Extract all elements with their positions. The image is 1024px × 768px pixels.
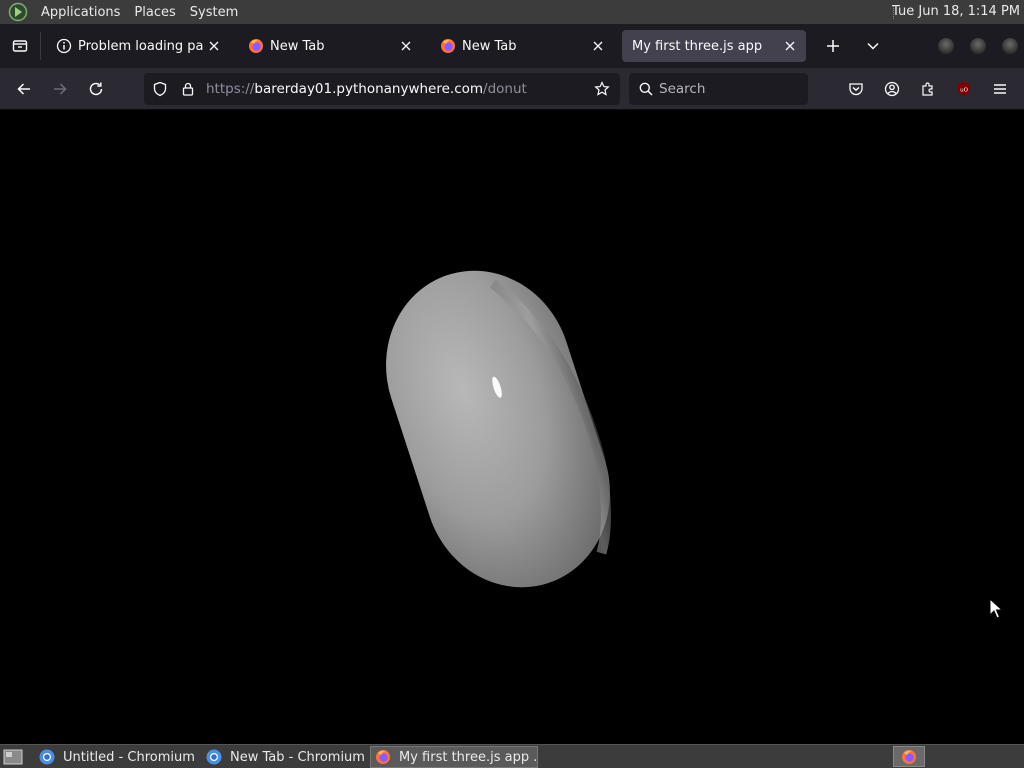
applications-menu[interactable]: Applications: [34, 5, 127, 20]
plus-icon: [827, 40, 839, 52]
tab-close-button[interactable]: [780, 36, 800, 56]
hamburger-menu-icon: [994, 84, 1006, 94]
close-icon: [785, 41, 795, 51]
new-tab-button[interactable]: [821, 34, 845, 58]
tab-title: Problem loading page: [78, 38, 204, 54]
show-desktop-icon: [3, 749, 23, 765]
tab-close-button[interactable]: [396, 36, 416, 56]
search-placeholder: Search: [659, 81, 706, 97]
list-all-tabs-button[interactable]: [861, 34, 885, 58]
close-icon: [593, 41, 603, 51]
chromium-icon: [206, 749, 222, 765]
ublock-origin-icon: uO: [958, 82, 970, 96]
url-path: /donut: [483, 81, 527, 97]
close-icon: [209, 41, 219, 51]
tab-close-button[interactable]: [588, 36, 608, 56]
close-window-button[interactable]: [1002, 38, 1018, 54]
taskbar-item-label: My first three.js app ...: [399, 749, 538, 765]
pocket-icon: [849, 83, 863, 96]
lock-icon[interactable]: [178, 79, 198, 99]
url-text[interactable]: https://barerday01.pythonanywhere.com/do…: [206, 81, 527, 97]
tab-title: New Tab: [270, 38, 325, 54]
places-menu[interactable]: Places: [127, 5, 182, 20]
reload-button[interactable]: [84, 77, 108, 101]
taskbar-item-chromium-new-tab[interactable]: New Tab - Chromium: [202, 746, 366, 768]
app-menu-button[interactable]: [988, 77, 1012, 101]
threejs-canvas[interactable]: [0, 110, 1024, 744]
chromium-icon: [39, 749, 55, 765]
reload-icon: [89, 82, 103, 96]
tab-problem-loading[interactable]: Problem loading page: [46, 30, 230, 62]
tracking-protection-shield-icon[interactable]: [150, 79, 170, 99]
show-desktop-button[interactable]: [0, 746, 26, 768]
url-scheme: https://: [206, 81, 255, 97]
taskbar: Untitled - Chromium New Tab - Chromium M…: [0, 744, 1024, 768]
ublock-origin-button[interactable]: uO: [952, 77, 976, 101]
taskbar-item-chromium-untitled[interactable]: Untitled - Chromium: [35, 746, 198, 768]
url-bar[interactable]: https://barerday01.pythonanywhere.com/do…: [144, 73, 620, 105]
firefox-icon: [249, 39, 263, 53]
taskbar-item-firefox-threejs[interactable]: My first three.js app ...: [370, 746, 538, 768]
extensions-button[interactable]: [916, 77, 940, 101]
tab-title: New Tab: [462, 38, 517, 54]
firefox-icon: [441, 39, 455, 53]
tab-close-button[interactable]: [204, 36, 224, 56]
search-icon: [639, 82, 653, 96]
tab-threejs-app[interactable]: My first three.js app: [622, 30, 806, 62]
taskbar-item-label: Untitled - Chromium: [63, 749, 195, 765]
system-top-panel: Applications Places System Tue Jun 18, 1…: [0, 0, 1024, 24]
system-menu[interactable]: System: [183, 5, 245, 20]
tab-strip-divider: [40, 32, 41, 60]
tab-title: My first three.js app: [632, 38, 763, 54]
clock[interactable]: Tue Jun 18, 1:14 PM: [892, 4, 1020, 19]
donut-render: [386, 270, 611, 588]
search-input[interactable]: Search: [629, 73, 808, 105]
minimize-button[interactable]: [938, 38, 954, 54]
account-button[interactable]: [880, 77, 904, 101]
account-icon: [884, 81, 900, 97]
chevron-down-icon: [867, 42, 879, 50]
bookmark-star-icon[interactable]: [592, 79, 612, 99]
tray-firefox-launcher[interactable]: [893, 746, 925, 767]
tab-new-tab-2[interactable]: New Tab: [430, 30, 614, 62]
tab-new-tab-1[interactable]: New Tab: [238, 30, 422, 62]
pocket-button[interactable]: [844, 77, 868, 101]
firefox-view-icon: [12, 40, 28, 52]
firefox-icon: [376, 750, 390, 764]
distro-logo-icon[interactable]: [8, 2, 28, 22]
tab-strip: Problem loading page New Tab New Tab My …: [0, 24, 1024, 68]
firefox-view-button[interactable]: [0, 24, 40, 68]
arrow-right-icon: [54, 83, 67, 95]
svg-text:uO: uO: [960, 88, 968, 94]
puzzle-piece-icon: [922, 82, 933, 96]
torus-shape: [386, 270, 611, 588]
mouse-pointer-icon: [989, 598, 1003, 619]
taskbar-item-label: New Tab - Chromium: [230, 749, 365, 765]
maximize-button[interactable]: [970, 38, 986, 54]
info-icon: [56, 38, 72, 54]
navigation-toolbar: https://barerday01.pythonanywhere.com/do…: [0, 68, 1024, 110]
close-icon: [401, 41, 411, 51]
forward-button[interactable]: [48, 77, 72, 101]
firefox-icon: [902, 749, 916, 764]
url-host: barerday01.pythonanywhere.com: [254, 81, 484, 97]
back-button[interactable]: [12, 77, 36, 101]
arrow-left-icon: [17, 83, 30, 95]
